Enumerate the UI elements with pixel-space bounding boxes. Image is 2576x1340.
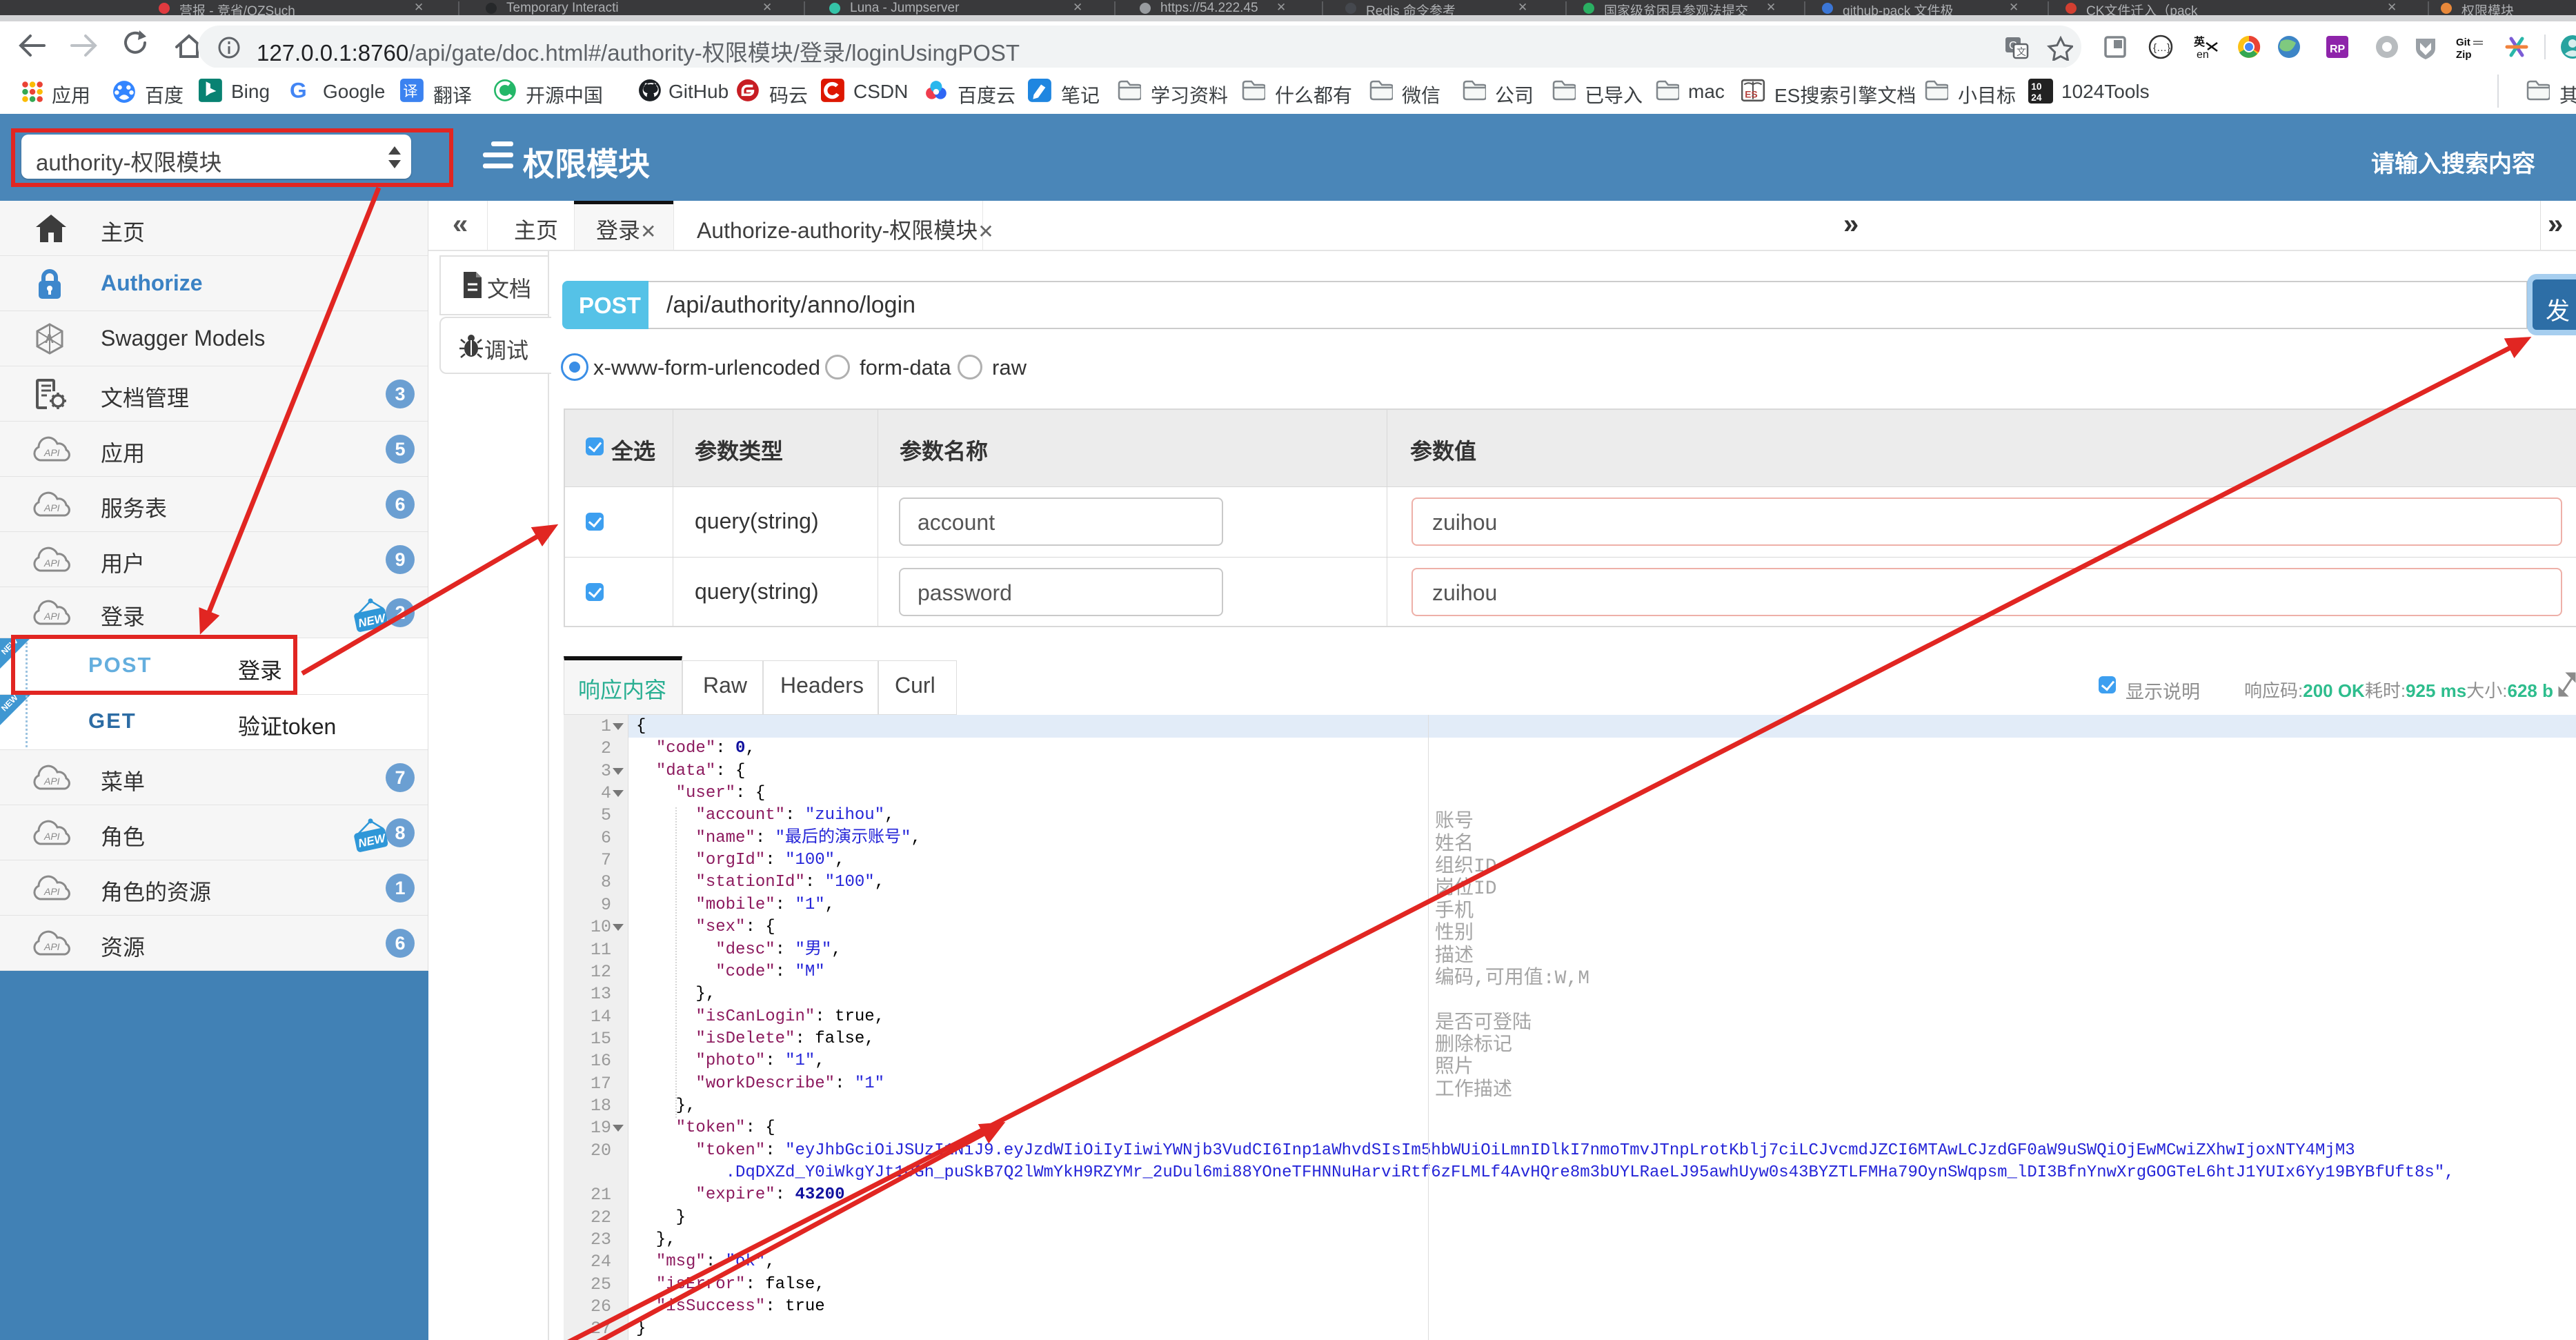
- svg-text:RP: RP: [2330, 43, 2346, 55]
- svg-text:ES: ES: [1745, 90, 1757, 100]
- svg-text:Zip: Zip: [2456, 49, 2472, 61]
- svg-text:API: API: [43, 502, 60, 513]
- svg-text:A: A: [45, 332, 54, 346]
- svg-text:文: 文: [2017, 46, 2026, 57]
- svg-text:G: G: [290, 79, 308, 103]
- svg-text:10: 10: [2031, 81, 2042, 92]
- svg-text:英: 英: [2193, 35, 2206, 48]
- svg-text:API: API: [43, 831, 60, 842]
- svg-text:API: API: [43, 558, 60, 569]
- svg-text:API: API: [43, 941, 60, 952]
- svg-text:API: API: [43, 447, 60, 458]
- svg-text:24: 24: [2031, 92, 2042, 103]
- svg-text:en: en: [2197, 49, 2209, 61]
- svg-text:API: API: [43, 611, 60, 622]
- svg-text:Git: Git: [2456, 37, 2470, 48]
- svg-text:API: API: [43, 886, 60, 897]
- svg-text:译: 译: [403, 83, 417, 99]
- svg-text:API: API: [43, 776, 60, 787]
- svg-text:{…}: {…}: [2153, 42, 2170, 54]
